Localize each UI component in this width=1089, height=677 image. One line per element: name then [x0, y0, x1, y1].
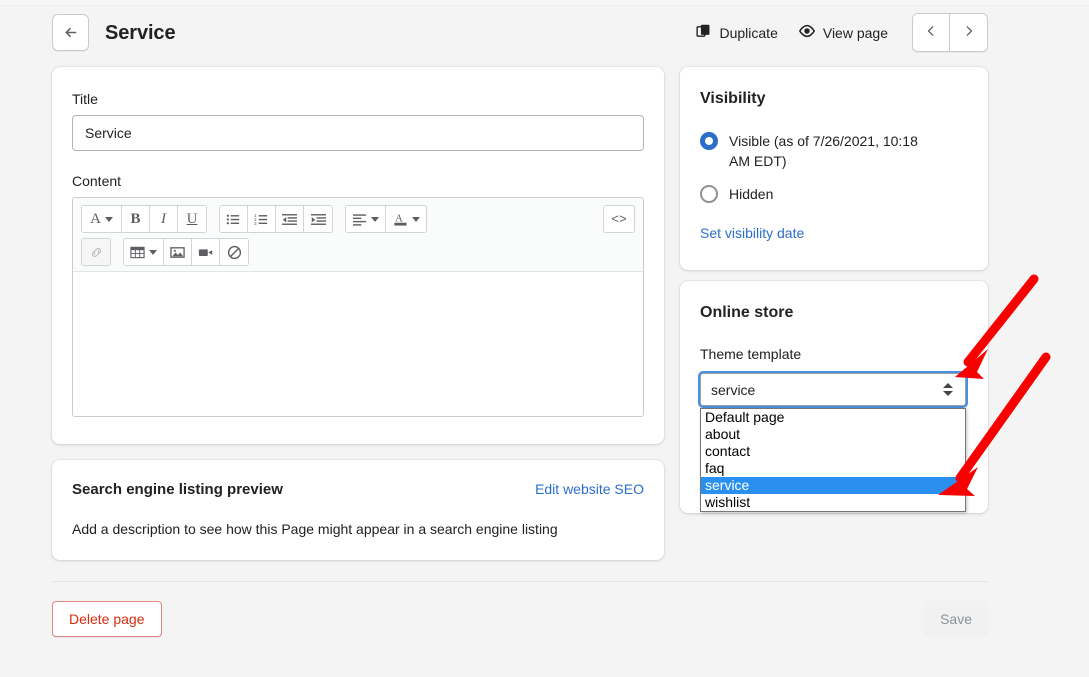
title-field-label: Title [72, 91, 98, 107]
bulleted-list-button[interactable] [220, 206, 248, 232]
chevron-down-icon [104, 216, 113, 222]
page-content-card: Title Content A B [52, 67, 664, 444]
top-strip [0, 0, 1089, 6]
outdent-button[interactable] [276, 206, 304, 232]
radio-hidden-indicator [700, 185, 718, 203]
pagination [912, 13, 988, 52]
chevron-right-icon [962, 24, 976, 41]
indent-button[interactable] [304, 206, 332, 232]
duplicate-label: Duplicate [719, 24, 778, 41]
eye-icon [798, 22, 816, 43]
table-media-group [123, 238, 249, 266]
text-format-group: A B I U [81, 205, 207, 233]
theme-template-dropdown[interactable]: Default page about contact faq service w… [700, 408, 966, 512]
seo-card-body: Add a description to see how this Page m… [72, 521, 558, 537]
radio-hidden[interactable]: Hidden [700, 184, 968, 204]
theme-template-label: Theme template [700, 346, 802, 362]
italic-button[interactable]: I [150, 206, 178, 232]
chevron-down-icon [371, 216, 379, 222]
visibility-card-title: Visibility [700, 90, 766, 107]
numbered-list-button[interactable]: 1 2 3 [248, 206, 276, 232]
text-color-button[interactable]: A [386, 206, 426, 232]
online-store-card: Online store Theme template service Defa… [680, 281, 988, 513]
insert-group [81, 238, 111, 266]
html-group: <> [603, 205, 635, 233]
header-actions: Duplicate View page [685, 13, 988, 52]
next-page-button[interactable] [950, 14, 987, 51]
seo-card-header: Search engine listing preview Edit websi… [72, 481, 644, 498]
radio-visible[interactable]: Visible (as of 7/26/2021, 10:18 AM EDT) [700, 131, 968, 171]
arrow-left-icon [62, 24, 79, 41]
set-visibility-date-link[interactable]: Set visibility date [700, 225, 968, 241]
theme-template-select-wrap: service Default page about contact faq s… [700, 373, 968, 512]
duplicate-icon [695, 23, 712, 43]
dropdown-option-contact[interactable]: contact [701, 443, 965, 460]
editor-toolbar: A B I U 1 2 3 A <> [73, 198, 643, 272]
page-root: Service Duplicate View page Title Servic… [0, 0, 1089, 677]
underline-button[interactable]: U [178, 206, 206, 232]
save-button[interactable]: Save [924, 601, 988, 637]
duplicate-button[interactable]: Duplicate [685, 15, 787, 51]
svg-text:3: 3 [254, 220, 257, 225]
title-input[interactable] [72, 115, 644, 151]
rich-text-editor: A B I U 1 2 3 A <> [72, 197, 644, 417]
editor-toolbar-row-1: A B I U 1 2 3 A <> [81, 205, 635, 233]
edit-website-seo-link[interactable]: Edit website SEO [535, 481, 644, 497]
view-page-button[interactable]: View page [788, 14, 898, 51]
insert-link-button[interactable] [82, 239, 110, 265]
svg-text:A: A [395, 213, 403, 224]
clear-formatting-button[interactable] [220, 239, 248, 265]
insert-video-button[interactable] [192, 239, 220, 265]
delete-page-button[interactable]: Delete page [52, 601, 162, 637]
view-page-label: View page [822, 24, 888, 41]
editor-toolbar-row-2 [81, 238, 635, 266]
dropdown-option-faq[interactable]: faq [701, 460, 965, 477]
insert-table-button[interactable] [124, 239, 164, 265]
chevron-down-icon [149, 249, 157, 255]
list-indent-group: 1 2 3 [219, 205, 333, 233]
radio-visible-label: Visible (as of 7/26/2021, 10:18 AM EDT) [729, 133, 918, 169]
chevron-left-icon [924, 24, 938, 41]
bold-button[interactable]: B [122, 206, 150, 232]
radio-visible-indicator [700, 132, 718, 150]
theme-template-selected-value: service [711, 381, 756, 398]
dropdown-option-wishlist[interactable]: wishlist [701, 494, 965, 511]
show-html-button[interactable]: <> [604, 206, 634, 232]
footer-divider [52, 581, 988, 582]
seo-card-title: Search engine listing preview [72, 481, 283, 498]
page-title: Service [105, 22, 176, 44]
dropdown-option-default-page[interactable]: Default page [701, 409, 965, 426]
previous-page-button[interactable] [913, 14, 950, 51]
dropdown-option-service[interactable]: service [701, 477, 965, 494]
back-button[interactable] [52, 14, 89, 51]
theme-template-select[interactable]: service [700, 373, 966, 406]
insert-image-button[interactable] [164, 239, 192, 265]
visibility-card: Visibility Visible (as of 7/26/2021, 10:… [680, 67, 988, 270]
font-style-button[interactable]: A [82, 206, 122, 232]
dropdown-option-about[interactable]: about [701, 426, 965, 443]
chevron-down-icon [411, 216, 420, 222]
radio-hidden-label: Hidden [729, 186, 774, 202]
page-header: Service Duplicate View page [52, 13, 988, 54]
content-field-label: Content [72, 173, 122, 189]
align-color-group: A [345, 205, 427, 233]
seo-preview-card: Search engine listing preview Edit websi… [52, 460, 664, 560]
spinner-arrows-icon [943, 383, 953, 396]
align-button[interactable] [346, 206, 386, 232]
content-editable-area[interactable] [73, 272, 643, 416]
online-store-card-title: Online store [700, 304, 794, 321]
